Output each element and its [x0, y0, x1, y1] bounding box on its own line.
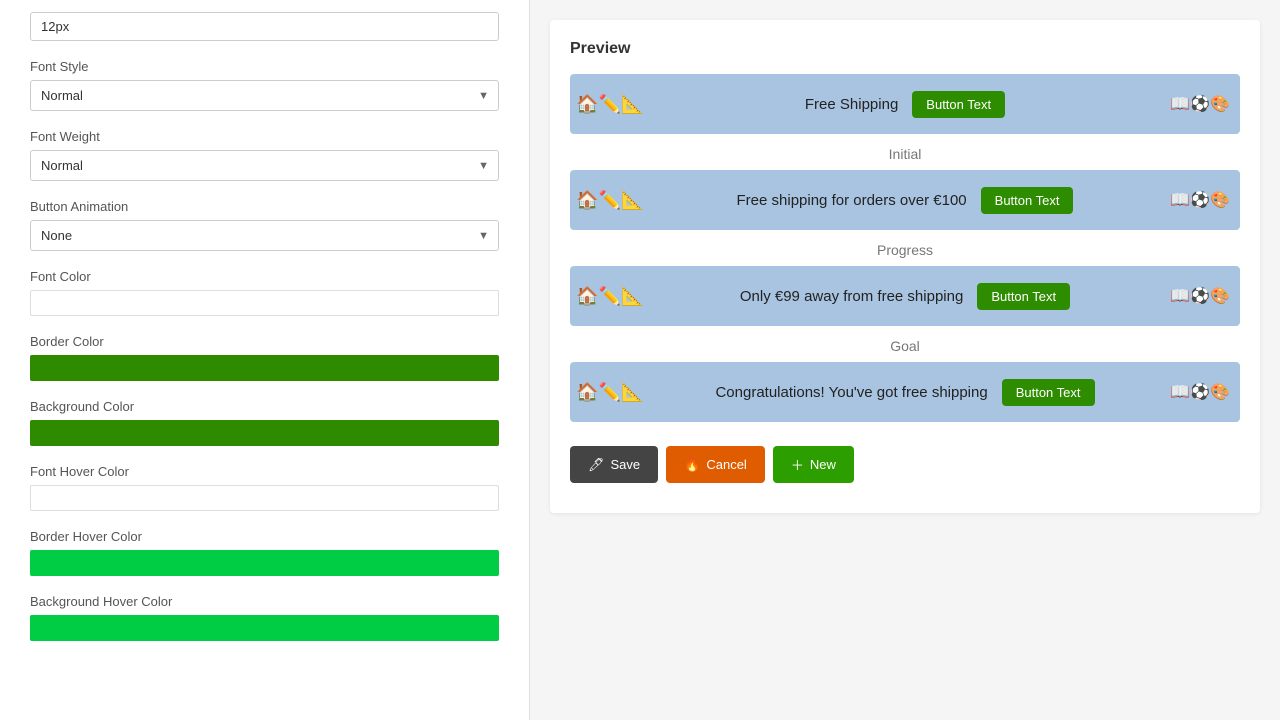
new-icon: ＋ — [791, 455, 804, 474]
border-hover-color-group: Border Hover Color — [30, 529, 499, 576]
border-color-input[interactable] — [30, 355, 499, 381]
left-panel: Font Style Normal Italic Oblique ▼ Font … — [0, 0, 530, 720]
border-color-label: Border Color — [30, 334, 499, 349]
font-weight-group: Font Weight Normal Bold Bolder Lighter ▼ — [30, 129, 499, 181]
font-style-label: Font Style — [30, 59, 499, 74]
border-color-group: Border Color — [30, 334, 499, 381]
button-animation-select[interactable]: None Pulse Shake Bounce — [30, 220, 499, 251]
button-animation-wrapper: None Pulse Shake Bounce ▼ — [30, 220, 499, 251]
new-button[interactable]: ＋ New — [773, 446, 854, 483]
border-hover-color-input[interactable] — [30, 550, 499, 576]
new-label: New — [810, 457, 836, 472]
banner-text-2: Only €99 away from free shipping — [740, 288, 963, 305]
banner-label-initial: Initial — [570, 146, 1240, 162]
font-weight-select[interactable]: Normal Bold Bolder Lighter — [30, 150, 499, 181]
banner-icons-left-3: 🏠✏️📐 — [570, 362, 650, 422]
border-hover-color-label: Border Hover Color — [30, 529, 499, 544]
font-hover-color-input[interactable] — [30, 485, 499, 511]
banner-free-shipping: 🏠✏️📐 Free Shipping Button Text 📖⚽🎨 — [570, 74, 1240, 134]
banner-label-progress: Progress — [570, 242, 1240, 258]
font-hover-color-label: Font Hover Color — [30, 464, 499, 479]
cancel-icon: 🔥 — [684, 457, 700, 473]
button-animation-label: Button Animation — [30, 199, 499, 214]
font-style-wrapper: Normal Italic Oblique ▼ — [30, 80, 499, 111]
banner-label-goal: Goal — [570, 338, 1240, 354]
save-icon: 🖊 — [588, 457, 605, 473]
banner-text-0: Free Shipping — [805, 96, 898, 113]
banner-text-3: Congratulations! You've got free shippin… — [715, 384, 987, 401]
banner-progress: 🏠✏️📐 Only €99 away from free shipping Bu… — [570, 266, 1240, 326]
font-weight-wrapper: Normal Bold Bolder Lighter ▼ — [30, 150, 499, 181]
banner-goal: 🏠✏️📐 Congratulations! You've got free sh… — [570, 362, 1240, 422]
background-color-input[interactable] — [30, 420, 499, 446]
font-color-group: Font Color — [30, 269, 499, 316]
banner-initial: 🏠✏️📐 Free shipping for orders over €100 … — [570, 170, 1240, 230]
banner-button-2[interactable]: Button Text — [977, 283, 1070, 310]
background-hover-color-group: Background Hover Color — [30, 594, 499, 641]
banner-icons-right-0: 📖⚽🎨 — [1160, 74, 1240, 134]
font-size-group — [30, 12, 499, 41]
font-hover-color-group: Font Hover Color — [30, 464, 499, 511]
cancel-button[interactable]: 🔥 Cancel — [666, 446, 765, 483]
banner-button-3[interactable]: Button Text — [1002, 379, 1095, 406]
banner-icons-right-1: 📖⚽🎨 — [1160, 170, 1240, 230]
right-panel: Preview 🏠✏️📐 Free Shipping Button Text 📖… — [530, 0, 1280, 720]
font-color-input[interactable] — [30, 290, 499, 316]
preview-card: Preview 🏠✏️📐 Free Shipping Button Text 📖… — [550, 20, 1260, 513]
cancel-label: Cancel — [706, 457, 746, 472]
font-style-group: Font Style Normal Italic Oblique ▼ — [30, 59, 499, 111]
banner-icons-left-0: 🏠✏️📐 — [570, 74, 650, 134]
banner-content-0: Free Shipping Button Text — [805, 91, 1005, 118]
font-weight-label: Font Weight — [30, 129, 499, 144]
preview-title: Preview — [570, 40, 1240, 58]
banner-icons-right-3: 📖⚽🎨 — [1160, 362, 1240, 422]
banner-icons-left-2: 🏠✏️📐 — [570, 266, 650, 326]
background-hover-color-input[interactable] — [30, 615, 499, 641]
save-label: Save — [611, 457, 641, 472]
background-color-group: Background Color — [30, 399, 499, 446]
banner-icons-left-1: 🏠✏️📐 — [570, 170, 650, 230]
banner-content-2: Only €99 away from free shipping Button … — [740, 283, 1070, 310]
banner-content-3: Congratulations! You've got free shippin… — [715, 379, 1094, 406]
banner-button-0[interactable]: Button Text — [912, 91, 1005, 118]
background-hover-color-label: Background Hover Color — [30, 594, 499, 609]
save-button[interactable]: 🖊 Save — [570, 446, 658, 483]
font-size-input[interactable] — [30, 12, 499, 41]
font-color-label: Font Color — [30, 269, 499, 284]
font-style-select[interactable]: Normal Italic Oblique — [30, 80, 499, 111]
background-color-label: Background Color — [30, 399, 499, 414]
banner-button-1[interactable]: Button Text — [981, 187, 1074, 214]
banner-content-1: Free shipping for orders over €100 Butto… — [737, 187, 1074, 214]
button-animation-group: Button Animation None Pulse Shake Bounce… — [30, 199, 499, 251]
banner-icons-right-2: 📖⚽🎨 — [1160, 266, 1240, 326]
banner-text-1: Free shipping for orders over €100 — [737, 192, 967, 209]
action-bar: 🖊 Save 🔥 Cancel ＋ New — [570, 446, 1240, 483]
